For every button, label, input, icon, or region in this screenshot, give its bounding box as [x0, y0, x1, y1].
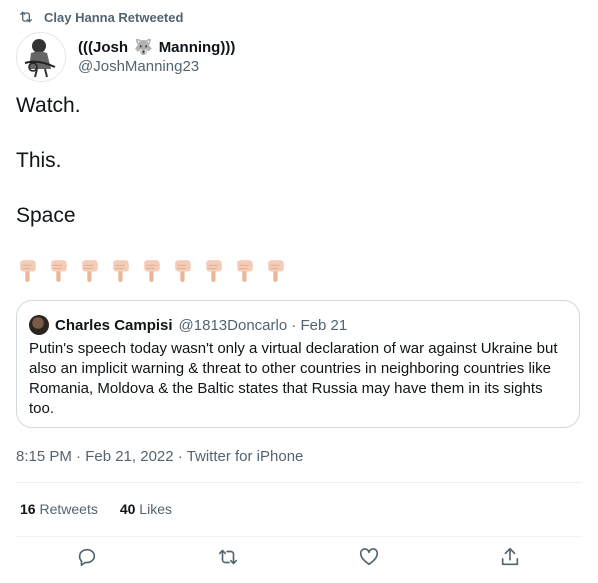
- tweet-author[interactable]: (((Josh 🐺 Manning))) @JoshManning23: [16, 32, 235, 82]
- tweet-stats: 16 Retweets 40 Likes: [20, 501, 172, 517]
- like-icon: [359, 548, 379, 566]
- reply-button[interactable]: [76, 546, 100, 570]
- tweet-line: This.: [16, 149, 62, 172]
- share-button[interactable]: [499, 546, 523, 570]
- quoted-tweet[interactable]: Charles Campisi @1813Doncarlo · Feb 21 P…: [16, 300, 580, 428]
- divider: [16, 482, 582, 483]
- retweet-button[interactable]: [217, 546, 241, 570]
- like-button[interactable]: [358, 546, 382, 570]
- pointing-down-icon: [144, 260, 160, 282]
- quote-text: Putin's speech today wasn't only a virtu…: [29, 340, 558, 417]
- tweet-text: Watch. This. Space: [16, 92, 81, 257]
- retweet-icon: [218, 549, 238, 565]
- quote-avatar: [29, 315, 49, 335]
- avatar[interactable]: [16, 32, 66, 82]
- share-icon: [501, 547, 519, 566]
- wolf-icon: 🐺: [134, 39, 153, 56]
- retweet-context[interactable]: Clay Hanna Retweeted: [18, 8, 183, 26]
- pointing-down-icon: [268, 260, 284, 282]
- pointing-down-icon: [175, 260, 191, 282]
- pointing-down-icon: [20, 260, 36, 282]
- pointing-down-icon: [51, 260, 67, 282]
- pointing-down-emoji-row: [16, 258, 289, 283]
- author-display-name[interactable]: (((Josh 🐺 Manning))): [78, 38, 235, 57]
- tweet-line: Watch.: [16, 94, 81, 117]
- author-handle[interactable]: @JoshManning23: [78, 57, 235, 76]
- reply-icon: [78, 548, 96, 567]
- quote-author-name: Charles Campisi: [55, 316, 173, 334]
- retweet-context-label: Clay Hanna Retweeted: [44, 9, 184, 25]
- pointing-down-icon: [237, 260, 253, 282]
- likes-stat[interactable]: 40 Likes: [120, 501, 172, 517]
- pointing-down-icon: [113, 260, 129, 282]
- divider: [16, 536, 582, 537]
- tweet-actions: [0, 546, 598, 574]
- tweet-line: Space: [16, 204, 76, 227]
- tweet-timestamp[interactable]: 8:15 PM · Feb 21, 2022 · Twitter for iPh…: [16, 448, 303, 465]
- retweet-icon: [20, 11, 32, 23]
- pointing-down-icon: [82, 260, 98, 282]
- pointing-down-icon: [206, 260, 222, 282]
- quote-handle-date: @1813Doncarlo · Feb 21: [178, 316, 348, 334]
- retweets-stat[interactable]: 16 Retweets: [20, 501, 98, 517]
